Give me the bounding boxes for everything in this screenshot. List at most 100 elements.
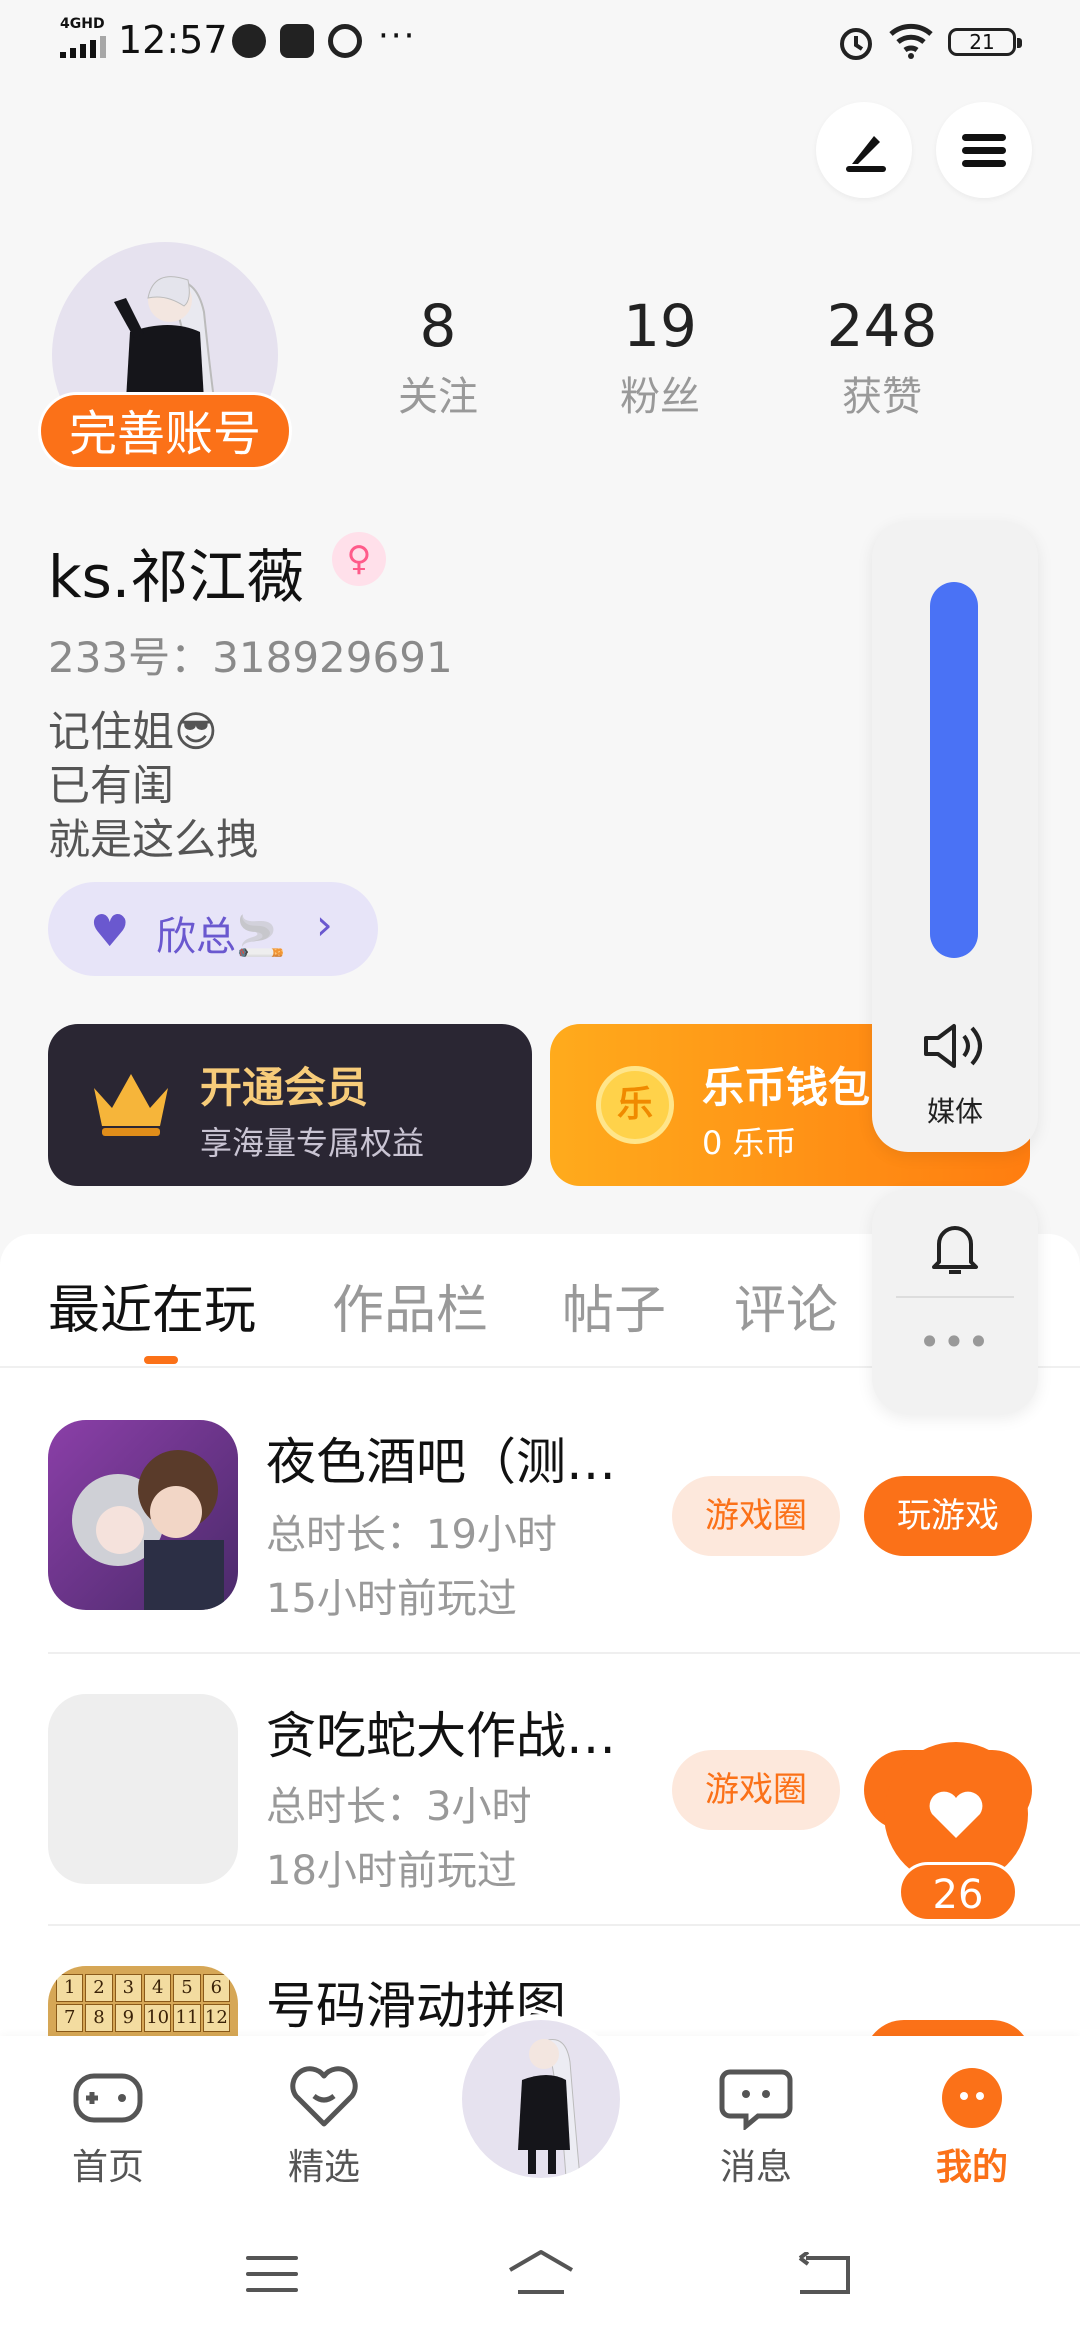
gamepad-icon	[73, 2073, 143, 2123]
ringer-panel[interactable]: •••	[872, 1190, 1038, 1414]
game-art-illustration	[72, 1450, 224, 1610]
tab-works[interactable]: 作品栏	[332, 1268, 488, 1343]
speaker-icon	[924, 1024, 982, 1068]
wifi-icon	[889, 23, 933, 59]
puzzle-tile: 1	[56, 1974, 84, 2002]
battery-indicator: 21	[948, 28, 1022, 56]
game-last-played: 15小时前玩过	[266, 1576, 517, 1622]
username: ks.祁江薇	[48, 543, 305, 611]
message-icon	[719, 2069, 793, 2132]
heart-chat-icon	[290, 2066, 358, 2127]
nav-me[interactable]: 我的	[892, 2066, 1052, 2190]
puzzle-tile: 9	[114, 2004, 142, 2032]
game-title: 夜色酒吧（测…	[266, 1433, 616, 1491]
puzzle-tile: 5	[173, 1974, 201, 2002]
likes-label: 获赞	[842, 374, 922, 420]
tab-comments[interactable]: 评论	[734, 1268, 838, 1343]
more-options-icon[interactable]: •••	[872, 1320, 1038, 1364]
bell-icon[interactable]	[924, 1216, 986, 1280]
vip-title: 开通会员	[200, 1063, 369, 1112]
pen-icon	[846, 136, 886, 172]
alarm-icon	[840, 28, 872, 60]
chevron-right-icon: ›	[316, 900, 333, 949]
face-icon	[942, 2068, 1002, 2128]
back-icon[interactable]	[796, 2252, 852, 2296]
menu-icon	[962, 134, 1006, 167]
volume-panel[interactable]: 媒体	[872, 522, 1038, 1152]
purple-heart-icon: ♥	[90, 906, 130, 957]
media-volume-label: 媒体	[926, 1095, 983, 1128]
puzzle-tile: 4	[144, 1974, 172, 2002]
nav-home-label: 首页	[71, 2147, 144, 2188]
puzzle-tile: 3	[114, 1974, 142, 2002]
game-title: 贪吃蛇大作战…	[266, 1707, 616, 1765]
vip-card[interactable]: 开通会员 享海量专属权益	[48, 1024, 532, 1186]
app-notification-icon	[232, 24, 266, 58]
game-circle-button[interactable]: 游戏圈	[672, 1750, 840, 1830]
bio-line: 就是这么拽	[48, 815, 259, 864]
coin-wallet-title: 乐币钱包	[702, 1063, 871, 1112]
user-id: 233号：318929691	[48, 633, 453, 682]
crown-icon	[94, 1074, 168, 1136]
puzzle-grid: 1 2 3 4 5 6 7 8 9 10 11 12	[56, 1974, 230, 2032]
game-total-time: 总时长：19小时	[266, 1512, 557, 1558]
following-stat[interactable]: 8 关注	[348, 292, 528, 422]
menu-button[interactable]	[936, 102, 1032, 198]
edit-profile-button[interactable]	[816, 102, 912, 198]
play-game-button[interactable]: 玩游戏	[864, 1476, 1032, 1556]
coin-icon: 乐	[596, 1066, 674, 1144]
chat-notification-icon	[328, 24, 362, 58]
mail-notification-icon	[280, 24, 314, 58]
tab-recent[interactable]: 最近在玩	[48, 1268, 256, 1343]
bio-line: 已有闺	[48, 761, 175, 810]
game-circle-button[interactable]: 游戏圈	[672, 1476, 840, 1556]
game-icon-placeholder[interactable]	[48, 1694, 238, 1884]
puzzle-tile: 8	[85, 2004, 113, 2032]
puzzle-tile: 6	[202, 1974, 230, 2002]
likes-stat[interactable]: 248 获赞	[792, 292, 972, 422]
center-avatar-button[interactable]	[456, 2014, 626, 2184]
active-tab-indicator	[144, 1356, 178, 1364]
puzzle-tile: 2	[85, 1974, 113, 2002]
nav-messages[interactable]: 消息	[676, 2066, 836, 2190]
likes-count: 248	[826, 292, 938, 360]
recent-apps-icon[interactable]	[244, 2252, 300, 2296]
tab-posts[interactable]: 帖子	[562, 1268, 666, 1343]
row-divider	[48, 1924, 1080, 1926]
status-time: 12:57	[118, 18, 228, 62]
nav-home[interactable]: 首页	[28, 2066, 188, 2190]
puzzle-tile: 11	[173, 2004, 201, 2032]
following-label: 关注	[398, 374, 478, 420]
fan-club-button[interactable]: ♥ 欣总🚬 ›	[48, 882, 378, 976]
media-volume-slider[interactable]	[930, 582, 978, 958]
network-type: 4GHD	[60, 16, 105, 32]
bio-line: 记住姐😎	[48, 707, 218, 756]
like-count: 26	[898, 1862, 1018, 1922]
followers-count: 19	[623, 292, 697, 360]
game-last-played: 18小时前玩过	[266, 1848, 517, 1894]
home-icon[interactable]	[506, 2248, 576, 2298]
coin-balance: 0 乐币	[702, 1124, 797, 1162]
status-bar: 4GHD 12:57 ··· 21	[0, 0, 1080, 80]
panel-divider	[896, 1296, 1014, 1298]
nav-featured-label: 精选	[287, 2147, 360, 2188]
row-divider	[48, 1652, 1080, 1654]
nav-featured[interactable]: 精选	[244, 2066, 404, 2190]
puzzle-tile: 7	[56, 2004, 84, 2032]
followers-stat[interactable]: 19 粉丝	[570, 292, 750, 422]
more-notifications-icon: ···	[378, 16, 417, 56]
complete-account-button[interactable]: 完善账号	[38, 392, 292, 470]
nav-me-label: 我的	[935, 2147, 1008, 2188]
fan-club-label: 欣总🚬	[156, 914, 286, 960]
signal-icon	[60, 36, 108, 58]
heart-icon	[929, 1791, 983, 1838]
vip-subtitle: 享海量专属权益	[200, 1124, 425, 1162]
puzzle-tile: 12	[202, 2004, 230, 2032]
game-icon[interactable]	[48, 1420, 238, 1610]
game-total-time: 总时长：3小时	[266, 1784, 532, 1830]
followers-label: 粉丝	[620, 374, 700, 420]
avatar-character-illustration	[518, 2038, 581, 2178]
following-count: 8	[419, 292, 457, 360]
nav-messages-label: 消息	[719, 2147, 792, 2188]
female-gender-icon: ♀	[332, 532, 386, 586]
